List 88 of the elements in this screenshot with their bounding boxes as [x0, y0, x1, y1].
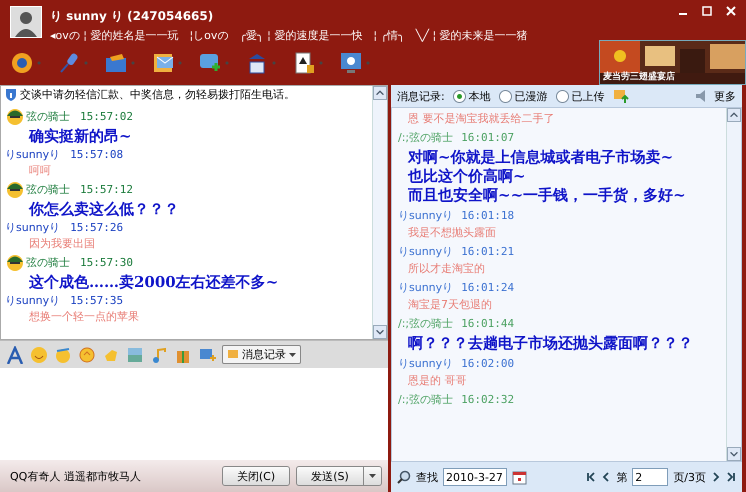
font-icon[interactable] [6, 346, 24, 364]
message-time: 15:57:26 [70, 220, 124, 234]
upload-icon[interactable] [612, 88, 629, 104]
caret-icon [289, 352, 296, 356]
sender-name: りsunnyり [398, 244, 454, 258]
caret-icon [369, 474, 376, 478]
page-total: 页/3页 [673, 470, 706, 484]
close-icon[interactable] [726, 6, 736, 16]
search-label: 查找 [416, 470, 438, 484]
helmet-face-icon [5, 180, 25, 198]
message-text: 你怎么卖这么低？？？ [28, 199, 180, 219]
message-input[interactable] [0, 368, 388, 460]
message-time: 15:57:02 [80, 110, 133, 122]
message-time: 15:57:12 [80, 182, 133, 196]
last-page-icon[interactable] [726, 472, 736, 482]
calendar-icon[interactable] [512, 470, 527, 484]
status-text: QQ有奇人 逍遥都市牧马人 [10, 468, 142, 484]
close-button[interactable]: 关闭(C) [222, 466, 290, 486]
message-text: 恩是的 哥哥 [407, 373, 468, 389]
message-text: 啊？？？去趟电子市场还抛头露面啊？？？ [407, 335, 694, 351]
message-time: 16:01:07 [461, 130, 514, 144]
message-text: 确实挺新的昂~ [28, 126, 133, 146]
message-time: 16:01:24 [461, 280, 514, 294]
scroll-up-icon[interactable] [373, 86, 387, 100]
scroll-up-icon[interactable] [727, 108, 741, 122]
history-label: 消息记录: [397, 88, 445, 104]
source-radio[interactable]: 已上传 [556, 88, 605, 104]
shake-icon[interactable] [78, 346, 96, 364]
smiley-icon[interactable] [30, 346, 48, 364]
sender-name: りsunnyり [398, 208, 454, 222]
notice-text: 交谈中请勿轻信汇款、中奖信息，勿轻易拨打陌生电话。 [20, 87, 295, 102]
message-time: 16:01:18 [461, 208, 514, 222]
search-icon[interactable] [397, 470, 411, 484]
music-icon[interactable] [150, 346, 168, 364]
message-text: 因为我要出国 [28, 236, 96, 252]
signature-text: ◂ovの ¦ 愛的姓名是一一玩 ¦しovの ╭愛╮ ¦ 愛的速度是一一快 ¦ ╭情╮ ╲╱ ¦ 愛的未来是一一猪 [50, 28, 529, 43]
helmet-face-icon [5, 253, 25, 271]
sender-name: /:;弦の骑士 [398, 392, 454, 406]
sender-name: りsunnyり [398, 280, 454, 294]
message-time: 16:02:00 [461, 356, 514, 370]
helmet-face-icon [5, 107, 25, 125]
sender-name: /:;弦の骑士 [398, 130, 454, 144]
message-time: 15:57:30 [80, 256, 133, 268]
sender-name: /:;弦の骑士 [398, 316, 454, 330]
message-time: 15:57:35 [70, 294, 124, 306]
message-text: 我是不想抛头露面 [407, 225, 497, 241]
scroll-down-icon[interactable] [373, 325, 387, 339]
sender-name: 弦の骑士 [26, 254, 70, 270]
window-title: り sunny り (247054665) [50, 8, 214, 25]
magic-face-icon[interactable] [54, 346, 72, 364]
sender-name: りsunnyり [5, 146, 60, 162]
source-radio[interactable]: 已漫游 [498, 88, 548, 104]
message-time: 16:01:21 [461, 244, 514, 258]
message-time: 16:02:32 [461, 392, 514, 406]
message-text: 这个成色……卖2000左右还差不多~ [28, 272, 280, 292]
send-options-button[interactable] [364, 466, 382, 486]
sender-name: りsunnyり [5, 292, 60, 308]
first-page-icon[interactable] [586, 472, 596, 482]
maximize-icon[interactable] [702, 6, 712, 16]
sender-name: りsunnyり [5, 220, 60, 234]
message-text: 而且也安全啊~~一手钱，一手货，多好~ [407, 187, 687, 203]
send-button[interactable]: 发送(S) [296, 466, 364, 486]
banner-caption: 麦当劳三翅盛宴店 [603, 70, 675, 83]
more-link[interactable]: 更多 [714, 88, 736, 104]
settings-icon[interactable] [339, 50, 363, 74]
message-text: 对啊~你就是上信息城或者电子市场卖~ [406, 149, 674, 165]
message-text: 想换一个轻一点的苹果 [28, 309, 140, 325]
avatar-icon [10, 6, 42, 38]
next-page-icon[interactable] [711, 472, 721, 482]
source-radio[interactable]: 本地 [452, 88, 491, 104]
sender-name: りsunnyり [398, 356, 454, 370]
date-field[interactable]: 2010-3-27 [443, 468, 507, 486]
sender-name: 弦の骑士 [26, 108, 70, 124]
page-prefix: 第 [616, 470, 628, 484]
webcam-icon[interactable] [10, 50, 34, 74]
info-shield-icon [5, 88, 17, 101]
message-text: 所以才走淘宝的 [407, 261, 486, 277]
sender-name: 弦の骑士 [26, 182, 70, 196]
scroll-down-icon[interactable] [727, 447, 741, 461]
previous-page-icon[interactable] [601, 472, 612, 482]
message-text: 呵呵 [28, 163, 52, 179]
message-text: 恩 要不是淘宝我就丢给二手了 [407, 111, 556, 127]
message-text: 也比这个价高啊~ [406, 168, 527, 184]
message-time: 15:57:08 [70, 148, 124, 160]
message-text: 淘宝是7天包退的 [407, 297, 493, 313]
page-field[interactable]: 2 [632, 468, 668, 486]
message-time: 16:01:44 [461, 316, 514, 330]
history-button[interactable]: 消息记录 [222, 345, 301, 364]
